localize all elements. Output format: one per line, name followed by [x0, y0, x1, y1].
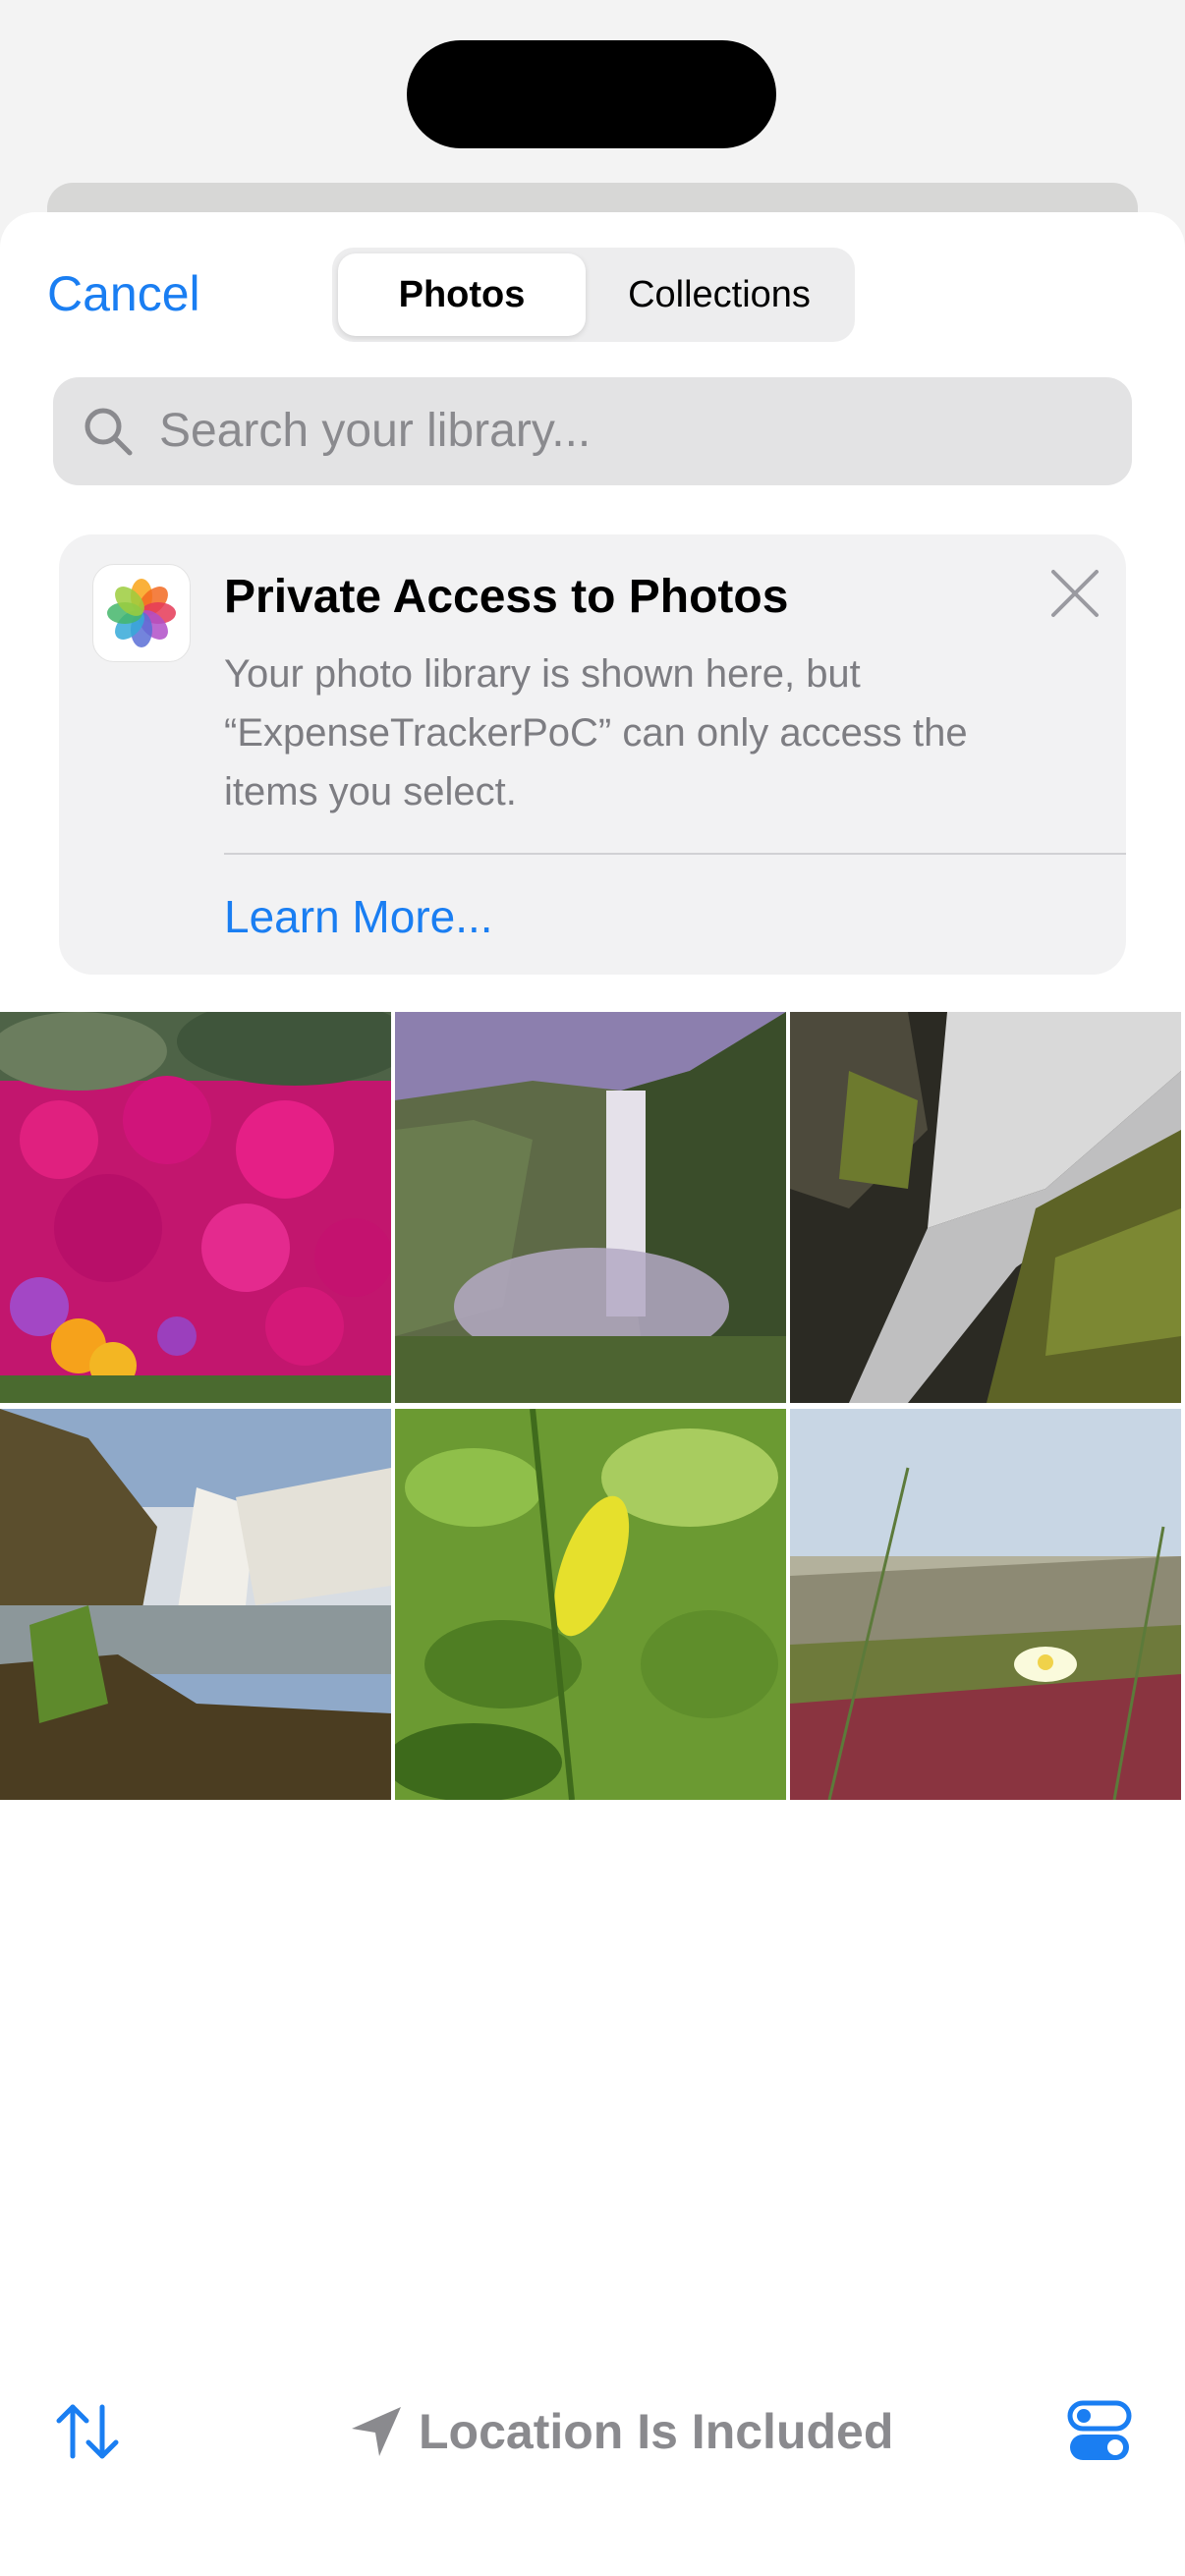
notice-title: Private Access to Photos [224, 571, 789, 623]
toggle-options-icon[interactable] [1067, 2399, 1132, 2464]
location-status[interactable]: Location Is Included [348, 2397, 893, 2466]
search-placeholder: Search your library... [159, 405, 592, 457]
close-icon[interactable] [1047, 566, 1102, 621]
photo-thumbnail-waterfall-cliff[interactable] [0, 1409, 391, 1800]
notice-body: Your photo library is shown here, but “E… [224, 652, 968, 813]
location-label: Location Is Included [419, 2404, 894, 2459]
cancel-button[interactable]: Cancel [47, 259, 200, 328]
sort-arrows-icon[interactable] [53, 2397, 122, 2466]
photos-app-icon [92, 564, 191, 662]
photo-thumbnail-waterfall-rocks[interactable] [790, 1012, 1181, 1403]
segmented-control: Photos Collections [332, 248, 855, 342]
search-field[interactable]: Search your library... [53, 377, 1132, 485]
tab-collections[interactable]: Collections [590, 253, 849, 336]
bottom-toolbar: Location Is Included [0, 2378, 1185, 2486]
tab-photos[interactable]: Photos [338, 253, 586, 336]
photo-thumbnail-waterfall-valley[interactable] [395, 1012, 786, 1403]
dynamic-island [407, 40, 776, 148]
location-arrow-icon [352, 2407, 401, 2456]
divider [224, 853, 1126, 855]
photo-picker-sheet: Cancel Photos Collections Search your li… [0, 212, 1185, 2576]
learn-more-link[interactable]: Learn More... [224, 890, 493, 943]
photo-thumbnail-magenta-flowers[interactable] [0, 1012, 391, 1403]
private-access-notice: Private Access to Photos Your photo libr… [59, 534, 1126, 975]
photo-thumbnail-green-leaves[interactable] [395, 1409, 786, 1800]
search-icon [85, 408, 133, 456]
photo-thumbnail-coastal-flower[interactable] [790, 1409, 1181, 1800]
photo-grid [0, 1012, 1185, 1800]
